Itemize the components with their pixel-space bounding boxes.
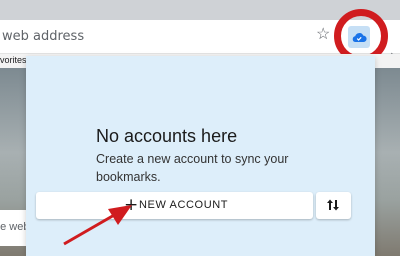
address-placeholder: web address: [2, 29, 85, 44]
import-export-button[interactable]: [316, 192, 351, 219]
new-account-label: NEW ACCOUNT: [139, 199, 229, 211]
panel-title: No accounts here: [96, 126, 238, 146]
red-arrow-annotation: [63, 205, 132, 246]
panel-description: Create a new account to sync your bookma…: [96, 152, 289, 184]
star-icon[interactable]: ☆: [316, 27, 330, 43]
favorites-label[interactable]: vorites: [0, 55, 27, 65]
sync-arrows-icon: [327, 199, 339, 211]
